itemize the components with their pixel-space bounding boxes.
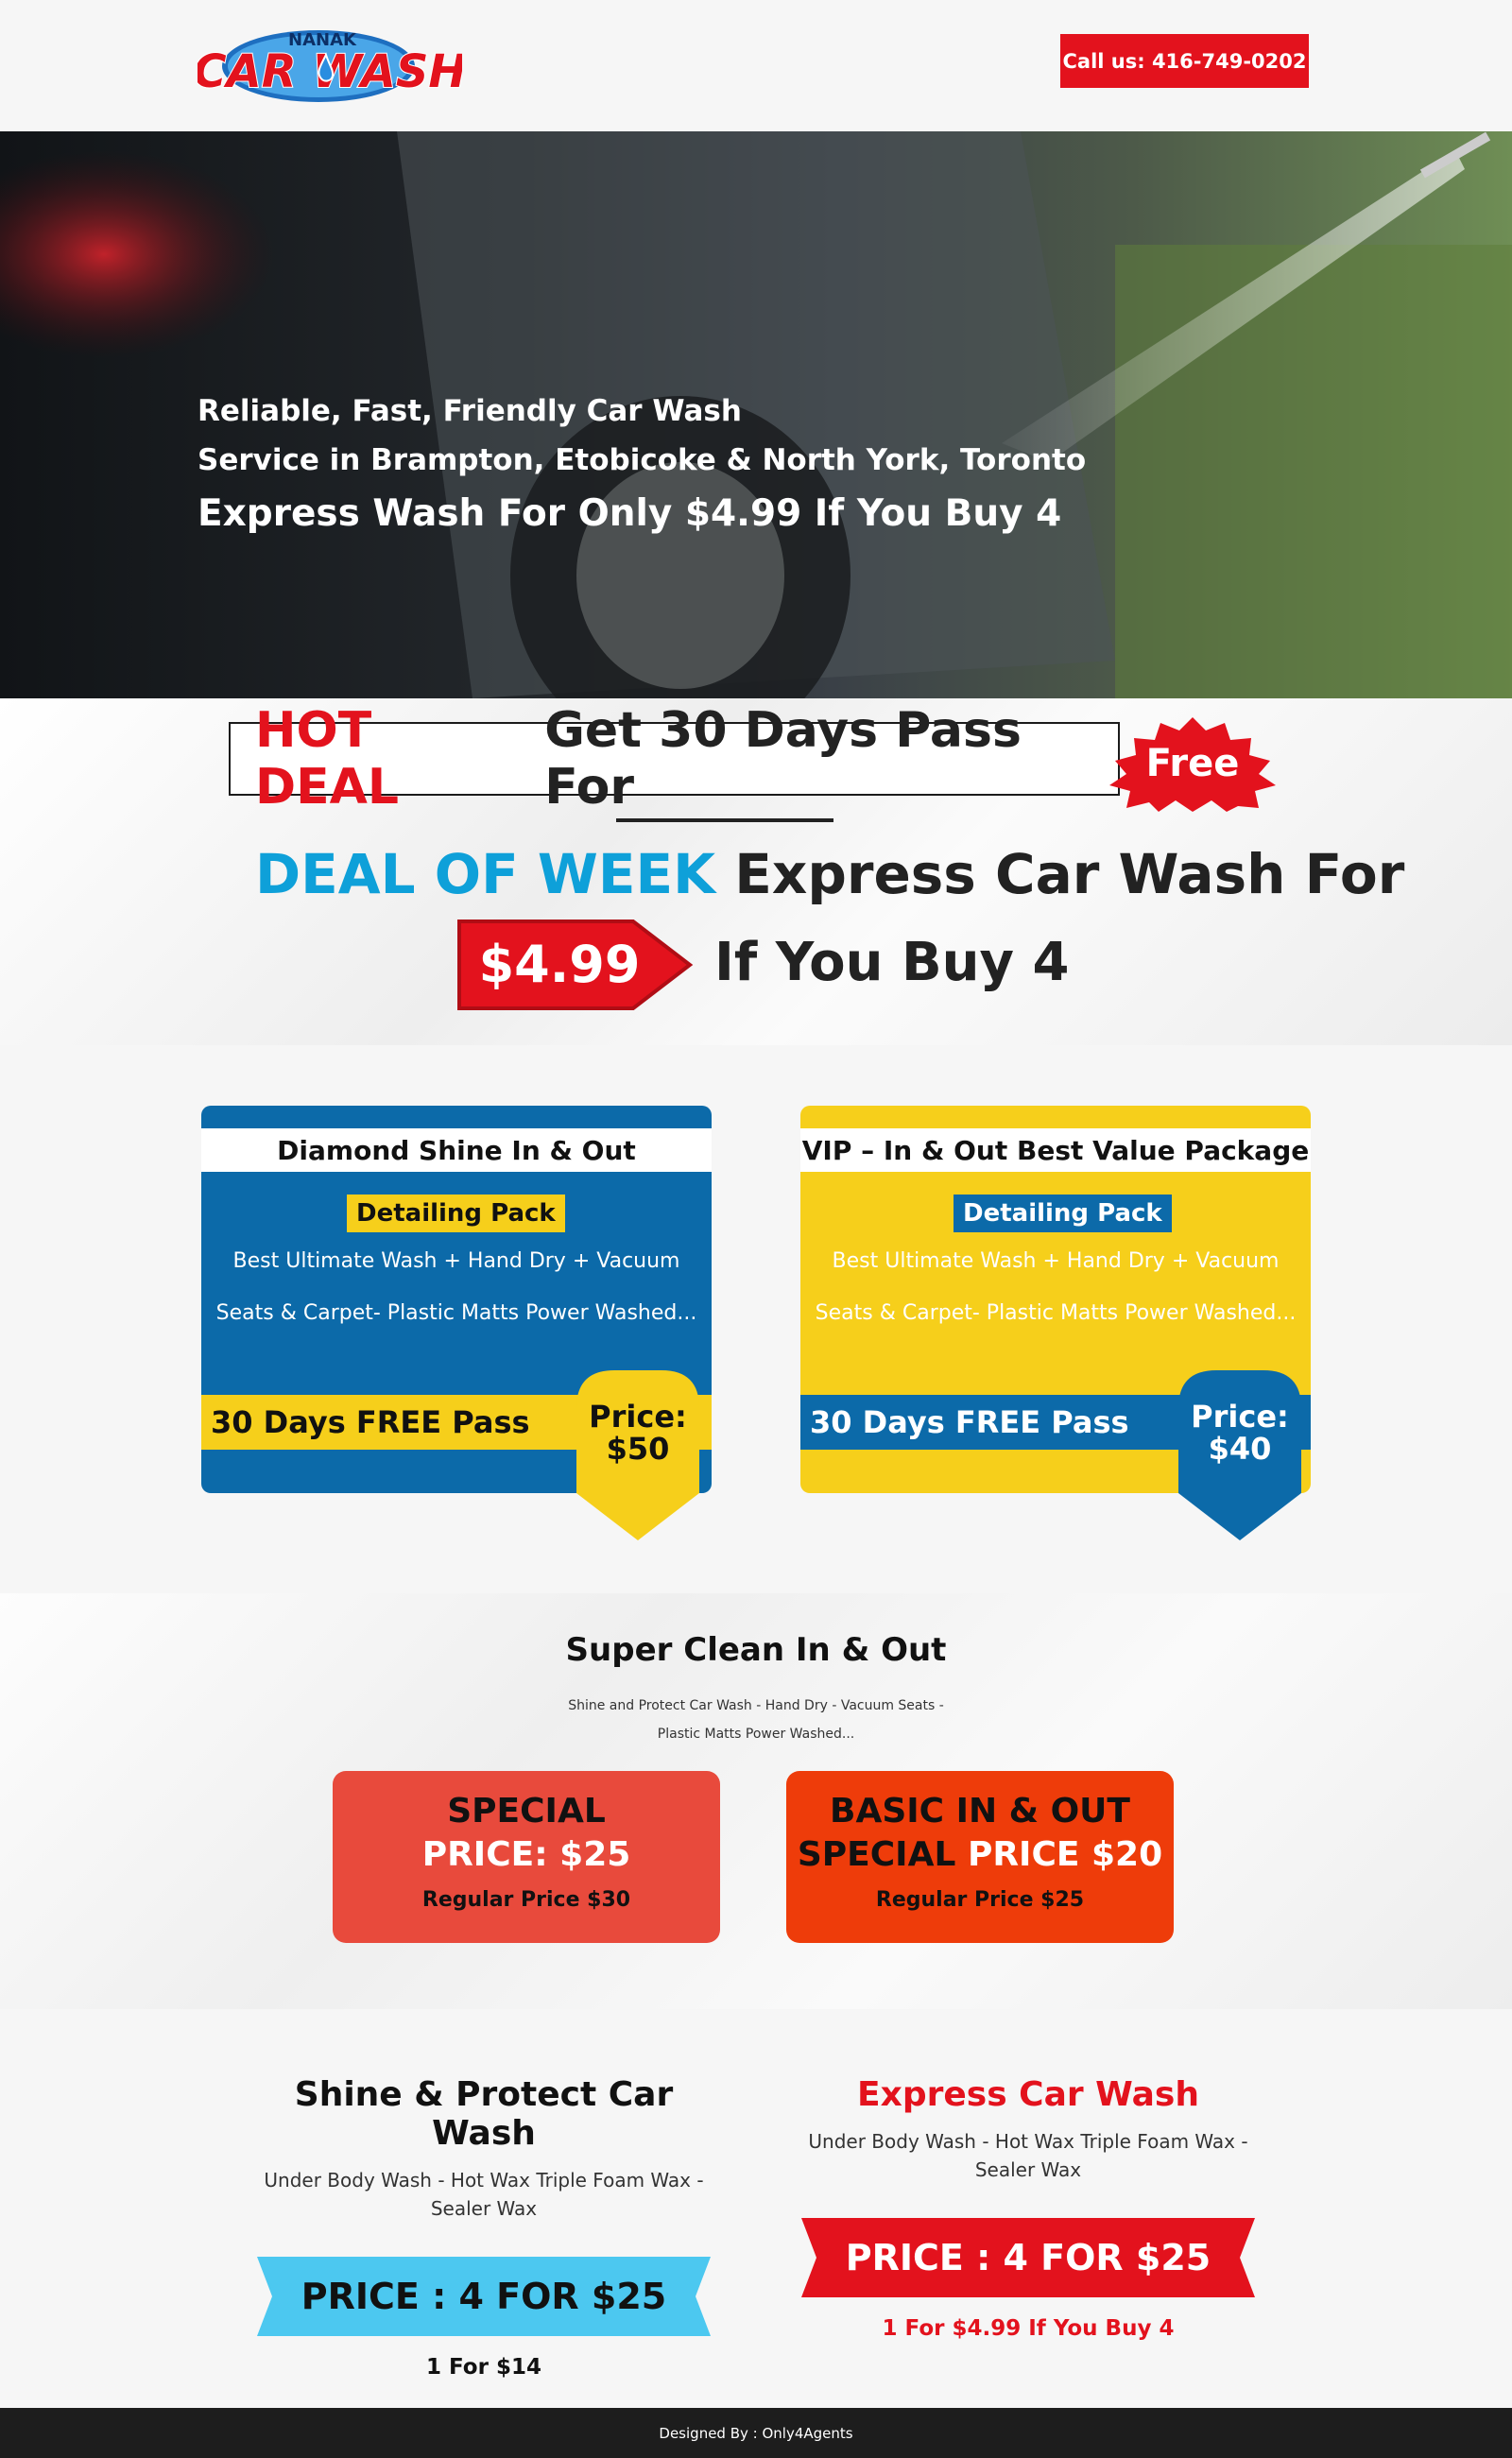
package-tag: Detailing Pack <box>954 1195 1172 1232</box>
hot-deal-text: Get 30 Days Pass For <box>544 702 1022 816</box>
deal-divider <box>616 818 833 822</box>
deal-of-week-text: Express Car Wash For <box>734 842 1405 906</box>
site-header: NANAK CAR WASH Call us: 416-749-0202 <box>0 0 1512 131</box>
packages-section: Diamond Shine In & Out Detailing Pack Be… <box>0 1045 1512 1593</box>
hero-line-2: Service in Brampton, Etobicoke & North Y… <box>198 443 1087 477</box>
hero-banner: Reliable, Fast, Friendly Car Wash Servic… <box>0 131 1512 698</box>
package-title: Diamond Shine In & Out <box>201 1128 712 1172</box>
offer-express: Express Car Wash Under Body Wash - Hot W… <box>782 2075 1274 2341</box>
hot-deal-label: HOT DEAL <box>255 702 400 816</box>
free-badge: Free <box>1108 717 1278 812</box>
super-clean-description: Shine and Protect Car Wash - Hand Dry - … <box>568 1698 944 1742</box>
if-you-buy-text: If You Buy 4 <box>714 932 1070 993</box>
package-feature: Seats & Carpet- Plastic Matts Power Wash… <box>815 1301 1297 1325</box>
package-tag: Detailing Pack <box>347 1195 565 1232</box>
special-heading: BASIC IN & OUT <box>830 1792 1130 1831</box>
offer-title: Shine & Protect Car Wash <box>294 2075 674 2153</box>
offer-description: Under Body Wash - Hot Wax Triple Foam Wa… <box>808 2130 1248 2181</box>
basic-in-out-card[interactable]: BASIC IN & OUT SPECIAL PRICE $20 Regular… <box>786 1771 1174 1943</box>
call-button[interactable]: Call us: 416-749-0202 <box>1060 34 1309 88</box>
footer-credit[interactable]: Designed By : Only4Agents <box>659 2425 852 2442</box>
svg-text:Free: Free <box>1146 742 1240 785</box>
special-price: PRICE: $25 <box>421 1835 631 1874</box>
offer-single-price: 1 For $14 <box>426 2355 541 2380</box>
special-heading: SPECIAL <box>447 1792 606 1831</box>
site-logo[interactable]: NANAK CAR WASH <box>192 23 468 104</box>
hero-copy: Reliable, Fast, Friendly Car Wash Servic… <box>198 387 1086 535</box>
regular-price: Regular Price $30 <box>421 1888 631 1912</box>
svg-text:$4.99: $4.99 <box>479 935 641 994</box>
hero-line-1: Reliable, Fast, Friendly Car Wash <box>198 394 742 428</box>
package-card-diamond[interactable]: Diamond Shine In & Out Detailing Pack Be… <box>201 1106 712 1540</box>
site-footer: Designed By : Only4Agents <box>0 2408 1512 2458</box>
deal-of-week-heading: DEAL OF WEEK Express Car Wash For <box>255 842 1404 906</box>
price-arrow-tag: $4.99 <box>457 918 694 1012</box>
wash-offers-section: Shine & Protect Car Wash Under Body Wash… <box>0 2009 1512 2408</box>
package-feature: Best Ultimate Wash + Hand Dry + Vacuum <box>832 1249 1280 1273</box>
hot-deal-box: HOT DEAL Get 30 Days Pass For <box>229 702 1120 816</box>
deal-section: HOT DEAL Get 30 Days Pass For Free DEAL … <box>0 698 1512 1045</box>
package-title: VIP – In & Out Best Value Package <box>800 1128 1311 1172</box>
package-feature: Seats & Carpet- Plastic Matts Power Wash… <box>215 1301 697 1325</box>
special-price-card[interactable]: SPECIAL PRICE: $25 Regular Price $30 <box>333 1771 720 1943</box>
super-clean-title: Super Clean In & Out <box>565 1631 947 1669</box>
special-price: SPECIAL PRICE $20 <box>797 1835 1163 1874</box>
offer-description: Under Body Wash - Hot Wax Triple Foam Wa… <box>264 2169 704 2220</box>
offer-single-price: 1 For $4.99 If You Buy 4 <box>882 2316 1175 2341</box>
offer-shine-protect: Shine & Protect Car Wash Under Body Wash… <box>238 2075 730 2380</box>
package-feature: Best Ultimate Wash + Hand Dry + Vacuum <box>232 1249 680 1273</box>
price-ribbon[interactable]: PRICE : 4 FOR $25 <box>257 2257 711 2336</box>
package-price: Price: $40 <box>1191 1399 1289 1467</box>
deal-of-week-label: DEAL OF WEEK <box>255 842 716 906</box>
package-card-vip[interactable]: VIP – In & Out Best Value Package Detail… <box>800 1106 1311 1540</box>
offer-title: Express Car Wash <box>857 2075 1199 2114</box>
regular-price: Regular Price $25 <box>875 1888 1085 1912</box>
package-price: Price: $50 <box>589 1399 687 1467</box>
price-ribbon[interactable]: PRICE : 4 FOR $25 <box>801 2218 1255 2297</box>
hero-offer: Express Wash For Only $4.99 If You Buy 4 <box>198 492 1062 535</box>
super-clean-section: Super Clean In & Out Shine and Protect C… <box>0 1593 1512 2009</box>
